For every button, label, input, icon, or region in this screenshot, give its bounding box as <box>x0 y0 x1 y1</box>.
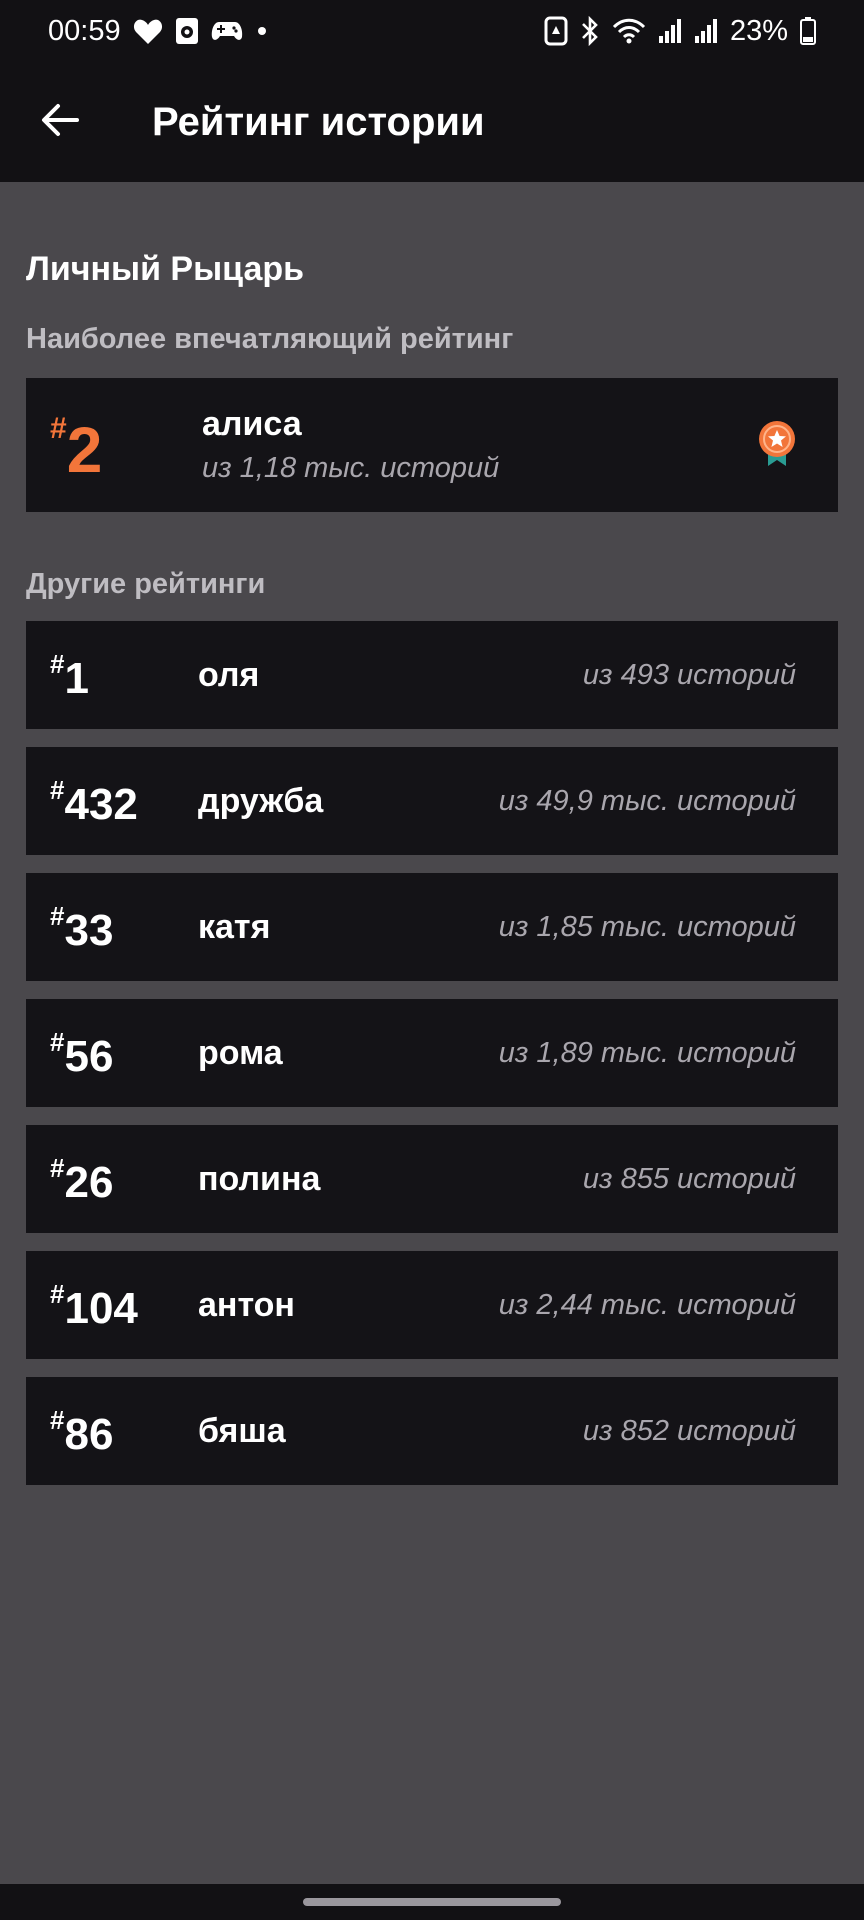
personal-section-title: Личный Рыцарь <box>26 250 305 288</box>
ranking-row[interactable]: # 33 катя из 1,85 тыс. историй <box>26 873 838 981</box>
rank-hash: # <box>50 1405 65 1435</box>
row-name: бяша <box>198 1411 286 1450</box>
heart-icon <box>133 17 163 45</box>
row-rank: # 1 <box>26 647 198 703</box>
wifi-icon <box>612 17 646 45</box>
battery-icon <box>800 17 816 45</box>
row-count: из 852 историй <box>582 1414 796 1447</box>
row-name: оля <box>198 655 260 694</box>
dot-icon <box>255 24 269 38</box>
ranking-row[interactable]: # 26 полина из 855 историй <box>26 1125 838 1233</box>
status-left: 00:59 <box>48 15 269 48</box>
row-rank: # 33 <box>26 899 198 955</box>
back-button[interactable] <box>30 92 90 152</box>
row-name: полина <box>198 1159 321 1198</box>
featured-text: алиса из 1,18 тыс. историй <box>202 405 499 485</box>
rank-number: 86 <box>64 1410 114 1459</box>
medal-star-icon <box>756 420 798 473</box>
rank-number: 26 <box>64 1158 114 1207</box>
row-rank: # 104 <box>26 1277 198 1333</box>
row-count: из 2,44 тыс. историй <box>498 1288 796 1321</box>
rank-hash: # <box>50 1153 65 1183</box>
navigation-bar <box>0 1884 864 1920</box>
rank-hash: # <box>50 1027 65 1057</box>
bluetooth-icon <box>580 16 600 46</box>
other-ratings-title: Другие рейтинги <box>26 568 266 600</box>
rank-number: 33 <box>64 906 114 955</box>
status-right: 23% <box>544 15 816 48</box>
row-rank: # 86 <box>26 1403 198 1459</box>
signal-icon <box>658 18 682 44</box>
rank-hash: # <box>50 1279 65 1309</box>
row-name: рома <box>198 1033 283 1072</box>
rank-number: 104 <box>64 1284 138 1333</box>
row-name: антон <box>198 1285 295 1324</box>
recycle-icon <box>544 16 568 46</box>
row-count: из 493 историй <box>582 658 796 691</box>
rank-number: 56 <box>64 1032 114 1081</box>
row-rank: # 26 <box>26 1151 198 1207</box>
row-name: катя <box>198 907 271 946</box>
home-gesture-handle[interactable] <box>303 1898 561 1906</box>
rank-hash: # <box>50 649 65 679</box>
row-count: из 855 историй <box>582 1162 796 1195</box>
content: Личный Рыцарь Наиболее впечатляющий рейт… <box>26 182 838 1503</box>
status-time: 00:59 <box>48 14 121 47</box>
ranking-row[interactable]: # 432 дружба из 49,9 тыс. историй <box>26 747 838 855</box>
rank-number: 1 <box>64 654 89 703</box>
row-rank: # 56 <box>26 1025 198 1081</box>
featured-name: алиса <box>202 405 302 443</box>
status-bar: 00:59 23% <box>0 0 864 62</box>
signal-icon <box>694 18 718 44</box>
featured-count: из 1,18 тыс. историй <box>202 452 500 484</box>
row-name: дружба <box>198 781 324 820</box>
ranking-row[interactable]: # 1 оля из 493 историй <box>26 621 838 729</box>
page-title: Рейтинг истории <box>152 99 485 144</box>
row-count: из 49,9 тыс. историй <box>498 784 796 817</box>
rank-hash: # <box>50 775 65 805</box>
rank-hash: # <box>50 412 67 445</box>
ranking-row[interactable]: # 86 бяша из 852 историй <box>26 1377 838 1485</box>
arrow-left-icon <box>41 103 79 142</box>
app-bar: Рейтинг истории <box>0 62 864 182</box>
row-count: из 1,85 тыс. историй <box>498 910 796 943</box>
ranking-row[interactable]: # 104 антон из 2,44 тыс. историй <box>26 1251 838 1359</box>
personal-section-subtitle: Наиболее впечатляющий рейтинг <box>26 323 514 355</box>
ranking-row[interactable]: # 56 рома из 1,89 тыс. историй <box>26 999 838 1107</box>
rank-number: 2 <box>66 414 103 486</box>
row-rank: # 432 <box>26 773 198 829</box>
rank-hash: # <box>50 901 65 931</box>
featured-ranking-card[interactable]: # 2 алиса из 1,18 тыс. историй <box>26 378 838 512</box>
featured-rank: # 2 <box>26 408 202 482</box>
rank-number: 432 <box>64 780 138 829</box>
ratings-list: # 1 оля из 493 историй # 432 дружба из 4… <box>26 621 838 1485</box>
gamepad-icon <box>211 20 243 42</box>
battery-percent: 23% <box>729 14 788 47</box>
media-icon <box>175 17 199 45</box>
row-count: из 1,89 тыс. историй <box>498 1036 796 1069</box>
